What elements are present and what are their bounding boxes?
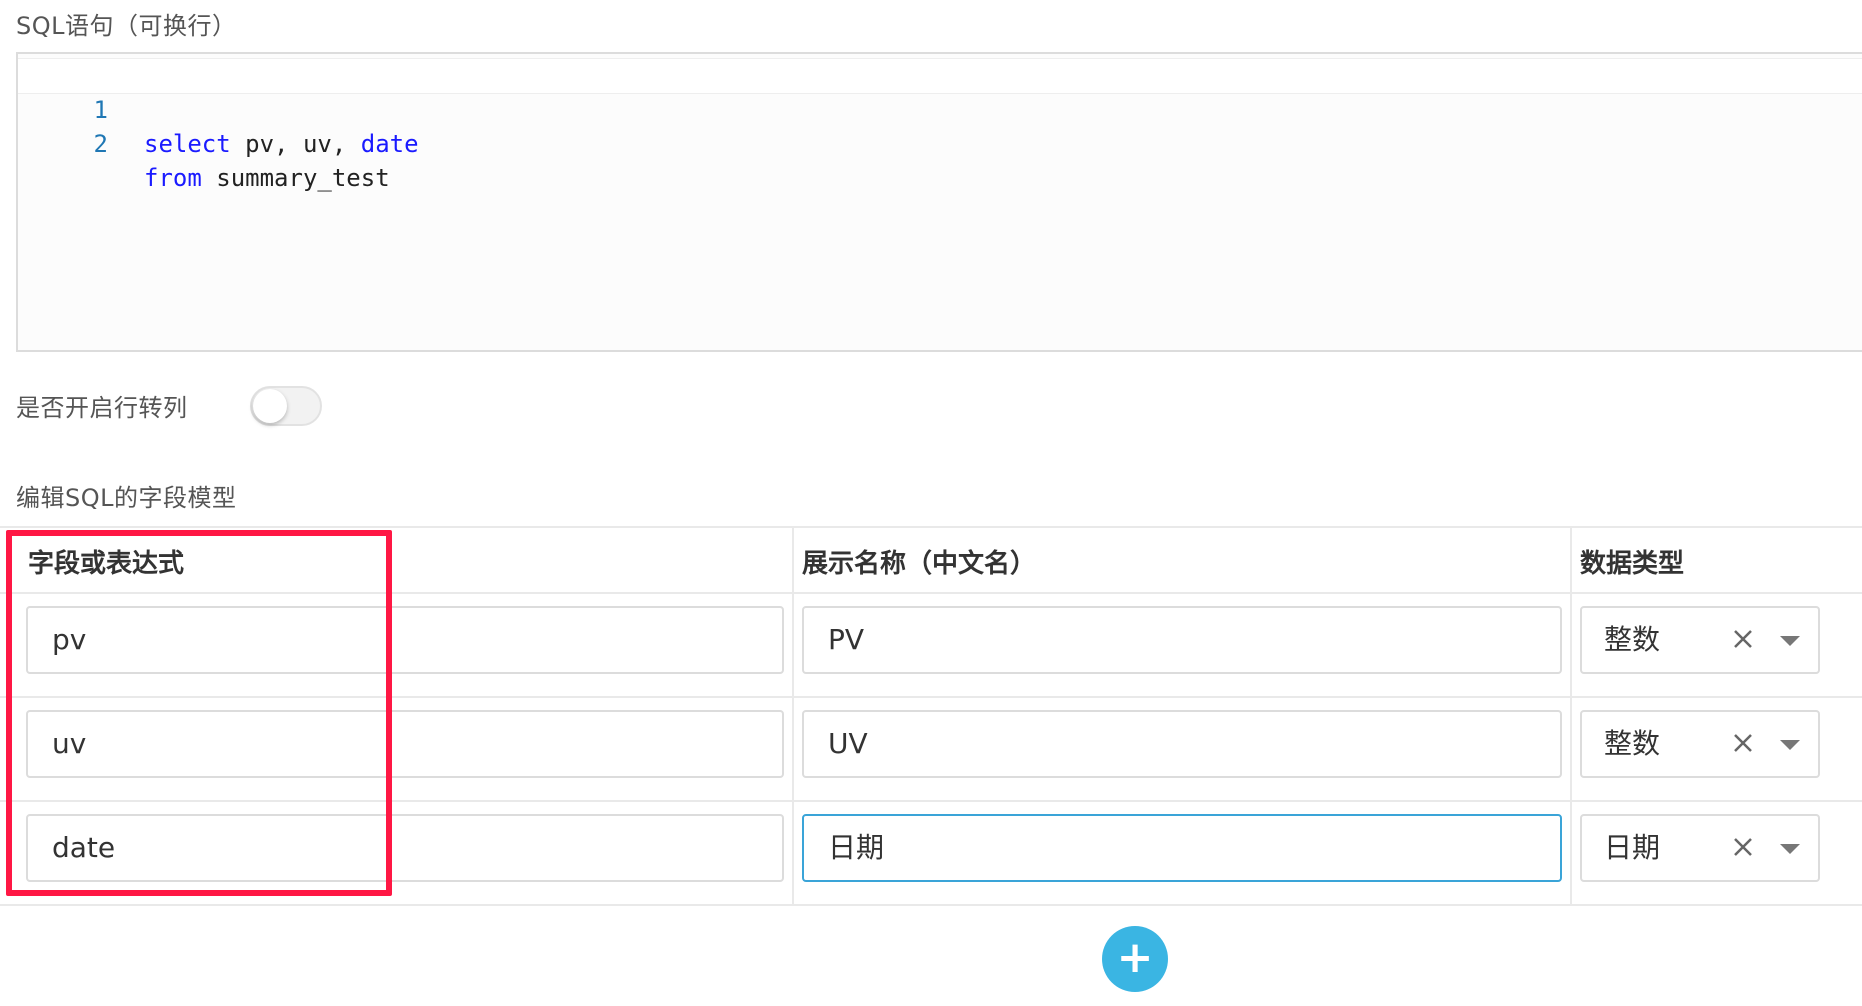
sql-keyword: select	[144, 130, 231, 158]
table-top-border	[0, 526, 1862, 528]
data-type-value: 整数	[1604, 623, 1661, 656]
data-type-value: 整数	[1604, 727, 1661, 760]
caret-down-icon[interactable]	[1780, 844, 1800, 854]
sql-keyword: date	[360, 130, 419, 158]
add-field-button[interactable]: +	[1102, 926, 1168, 992]
close-icon[interactable]	[1728, 832, 1758, 862]
table-bottom-border	[0, 904, 1862, 906]
close-icon[interactable]	[1728, 624, 1758, 654]
caret-down-icon[interactable]	[1780, 636, 1800, 646]
table-column-divider	[1570, 526, 1572, 906]
close-icon[interactable]	[1728, 728, 1758, 758]
row-to-column-toggle[interactable]	[250, 386, 322, 426]
display-name-input[interactable]: PV	[802, 606, 1562, 674]
display-name-input[interactable]: 日期	[802, 814, 1562, 882]
data-type-select[interactable]: 整数	[1580, 710, 1820, 778]
sql-keyword: from	[144, 164, 202, 192]
sql-text: summary_test	[201, 164, 390, 192]
row-to-column-label: 是否开启行转列	[16, 394, 188, 422]
display-name-input[interactable]: UV	[802, 710, 1562, 778]
sql-text: pv, uv,	[230, 130, 361, 158]
data-type-select[interactable]: 整数	[1580, 606, 1820, 674]
editor-line-2[interactable]: 2 from summary_test	[18, 93, 1862, 192]
column-header-data-type: 数据类型	[1580, 549, 1685, 579]
highlight-annotation-box	[6, 530, 392, 896]
data-type-select[interactable]: 日期	[1580, 814, 1820, 882]
sql-editor[interactable]: 1 select pv, uv, date 2 from summary_tes…	[16, 52, 1862, 352]
editor-line-1[interactable]: 1 select pv, uv, date	[18, 58, 1862, 158]
table-column-divider	[792, 526, 794, 906]
code-text: from summary_test	[144, 161, 390, 195]
field-model-label: 编辑SQL的字段模型	[16, 484, 237, 512]
column-header-display-name: 展示名称（中文名）	[802, 549, 1037, 579]
toggle-knob	[253, 389, 287, 423]
data-type-value: 日期	[1604, 831, 1661, 864]
plus-icon: +	[1116, 932, 1154, 983]
sql-section-label: SQL语句（可换行）	[16, 12, 237, 40]
code-text: select pv, uv, date	[144, 127, 419, 161]
caret-down-icon[interactable]	[1780, 740, 1800, 750]
line-number: 2	[93, 130, 108, 158]
